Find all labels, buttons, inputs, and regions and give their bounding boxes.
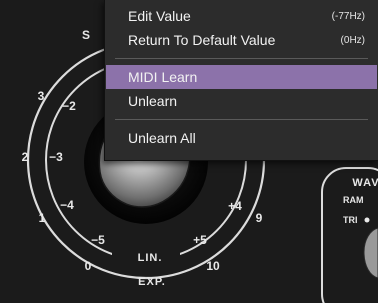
outer-scale-3: 3 [38, 89, 45, 103]
outer-scale-2: 2 [22, 150, 29, 164]
inner-scale-minus4: −4 [60, 198, 74, 212]
menu-item-return-to-default[interactable]: Return To Default Value (0Hz) [106, 28, 377, 52]
menu-item-unlearn-all[interactable]: Unlearn All [106, 126, 377, 150]
menu-item-value: (-77Hz) [331, 10, 365, 22]
menu-item-value: (0Hz) [340, 34, 365, 46]
menu-item-unlearn[interactable]: Unlearn [106, 89, 377, 113]
mode-exp-label: EXP. [138, 276, 166, 288]
menu-item-label: Unlearn [128, 93, 178, 109]
menu-item-midi-learn[interactable]: MIDI Learn [106, 65, 377, 89]
menu-separator [115, 119, 368, 120]
menu-item-label: Return To Default Value [128, 32, 276, 48]
outer-scale-1: 1 [39, 211, 46, 225]
waveform-tri-indicator [364, 217, 370, 223]
context-menu: Edit Value (-77Hz) Return To Default Val… [104, 0, 378, 161]
outer-scale-9: 9 [256, 211, 263, 225]
inner-scale-plus4: +4 [228, 199, 242, 213]
waveform-ramp-label: RAM [343, 195, 364, 205]
waveform-tri-label: TRI [343, 215, 358, 225]
inner-scale-minus5: −5 [91, 233, 105, 247]
menu-item-label: Edit Value [128, 8, 191, 24]
waveform-title: WAV [352, 177, 378, 189]
outer-scale-0: 0 [85, 259, 92, 273]
inner-scale-minus3: −3 [49, 150, 63, 164]
dial-top-label: S [82, 28, 90, 42]
outer-scale-10: 10 [206, 259, 220, 273]
menu-item-label: Unlearn All [128, 130, 196, 146]
mode-lin-label: LIN. [138, 252, 163, 264]
menu-separator [115, 58, 368, 59]
inner-scale-minus2: −2 [62, 99, 76, 113]
menu-item-label: MIDI Learn [128, 69, 198, 85]
inner-scale-plus5: +5 [193, 233, 207, 247]
menu-item-edit-value[interactable]: Edit Value (-77Hz) [106, 4, 377, 28]
